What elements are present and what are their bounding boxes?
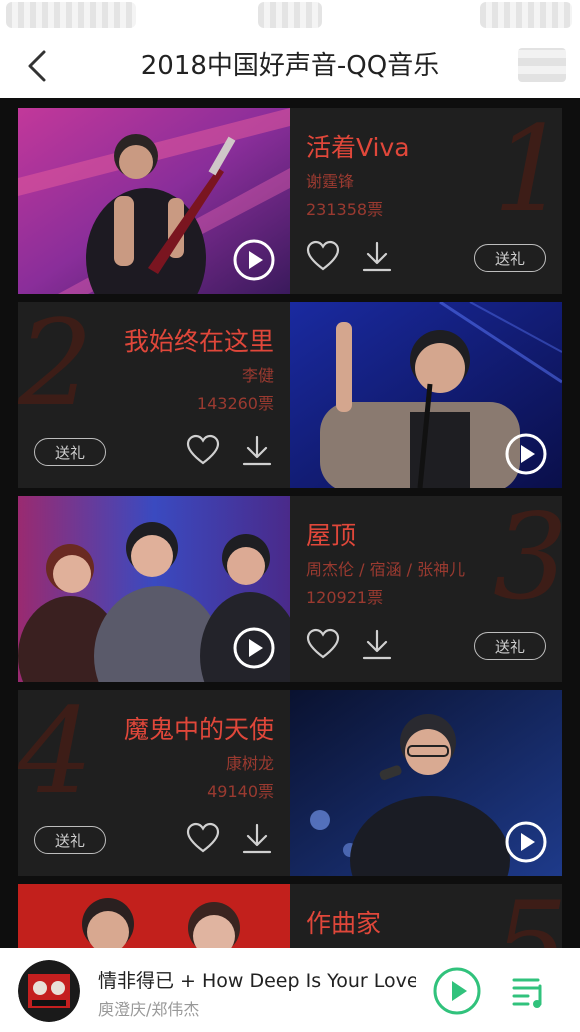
- ranking-card[interactable]: 3 屋顶 周杰伦 / 宿涵 / 张神儿 120921票 送礼: [18, 496, 562, 682]
- ranking-card[interactable]: 4 魔鬼中的天使 康树龙 49140票 送礼: [18, 690, 562, 876]
- artist-name: 谢霆锋: [306, 172, 355, 191]
- song-title: 活着Viva: [306, 133, 410, 162]
- download-icon[interactable]: [360, 628, 394, 662]
- gift-button[interactable]: 送礼: [474, 632, 546, 660]
- ranking-card[interactable]: 2 我始终在这里 李健 143260票 送礼: [18, 302, 562, 488]
- song-title: 屋顶: [306, 521, 357, 550]
- song-info: 4 魔鬼中的天使 康树龙 49140票 送礼: [18, 690, 290, 876]
- rank-number: 2: [18, 302, 94, 432]
- playlist-icon[interactable]: [510, 972, 550, 1012]
- cover-photo[interactable]: [290, 302, 562, 488]
- status-bar: [0, 0, 580, 34]
- artist-name: 李健: [241, 366, 274, 385]
- song-info: 1 活着Viva 谢霆锋 231358票 送礼: [290, 108, 562, 294]
- now-playing-artist: 庾澄庆/郑伟杰: [98, 1000, 200, 1019]
- gift-button[interactable]: 送礼: [34, 438, 106, 466]
- album-cover[interactable]: [18, 960, 80, 1022]
- now-playing-title: 情非得已 + How Deep Is Your Love: [98, 970, 416, 992]
- download-icon[interactable]: [240, 434, 274, 468]
- nav-bar: 2018中国好声音-QQ音乐: [0, 34, 580, 99]
- vote-count: 49140票: [207, 782, 274, 801]
- heart-icon[interactable]: [306, 628, 340, 662]
- song-title: 魔鬼中的天使: [123, 715, 274, 744]
- play-icon[interactable]: [504, 820, 548, 864]
- cover-photo[interactable]: [290, 690, 562, 876]
- page-title: 2018中国好声音-QQ音乐: [140, 51, 440, 81]
- mini-player[interactable]: 情非得已 + How Deep Is Your Love 庾澄庆/郑伟杰: [0, 948, 580, 1032]
- rank-number: 4: [18, 690, 94, 820]
- artist-name: 周杰伦 / 宿涵 / 张神儿: [306, 560, 466, 579]
- gift-button[interactable]: 送礼: [474, 244, 546, 272]
- ranking-list[interactable]: 1 活着Viva 谢霆锋 231358票 送礼 2 我始终在这里 李健 1432…: [0, 98, 580, 948]
- more-menu-icon[interactable]: [518, 48, 566, 82]
- gift-button[interactable]: 送礼: [34, 826, 106, 854]
- song-title: 我始终在这里: [123, 327, 274, 356]
- play-icon[interactable]: [232, 626, 276, 670]
- ranking-card[interactable]: 5 作曲家: [18, 884, 562, 948]
- rank-number: 1: [492, 108, 562, 238]
- heart-icon[interactable]: [186, 822, 220, 856]
- download-icon[interactable]: [360, 240, 394, 274]
- download-icon[interactable]: [240, 822, 274, 856]
- play-icon[interactable]: [432, 966, 482, 1016]
- rank-number: 5: [493, 886, 562, 948]
- vote-count: 120921票: [306, 588, 384, 607]
- song-info: 3 屋顶 周杰伦 / 宿涵 / 张神儿 120921票 送礼: [290, 496, 562, 682]
- cover-photo[interactable]: [18, 496, 290, 682]
- back-arrow-icon[interactable]: [22, 48, 58, 84]
- vote-count: 231358票: [306, 200, 384, 219]
- artist-name: 康树龙: [225, 754, 274, 773]
- song-title: 作曲家: [306, 909, 382, 938]
- cover-photo[interactable]: [18, 884, 290, 948]
- vote-count: 143260票: [196, 394, 274, 413]
- status-blur-center: [258, 2, 322, 28]
- status-blur-left: [6, 2, 136, 28]
- cover-photo[interactable]: [18, 108, 290, 294]
- play-icon[interactable]: [504, 432, 548, 476]
- heart-icon[interactable]: [306, 240, 340, 274]
- play-icon[interactable]: [232, 238, 276, 282]
- song-info: 5 作曲家: [290, 884, 562, 948]
- status-blur-right: [480, 2, 572, 28]
- rank-number: 3: [492, 496, 562, 626]
- heart-icon[interactable]: [186, 434, 220, 468]
- ranking-card[interactable]: 1 活着Viva 谢霆锋 231358票 送礼: [18, 108, 562, 294]
- song-info: 2 我始终在这里 李健 143260票 送礼: [18, 302, 290, 488]
